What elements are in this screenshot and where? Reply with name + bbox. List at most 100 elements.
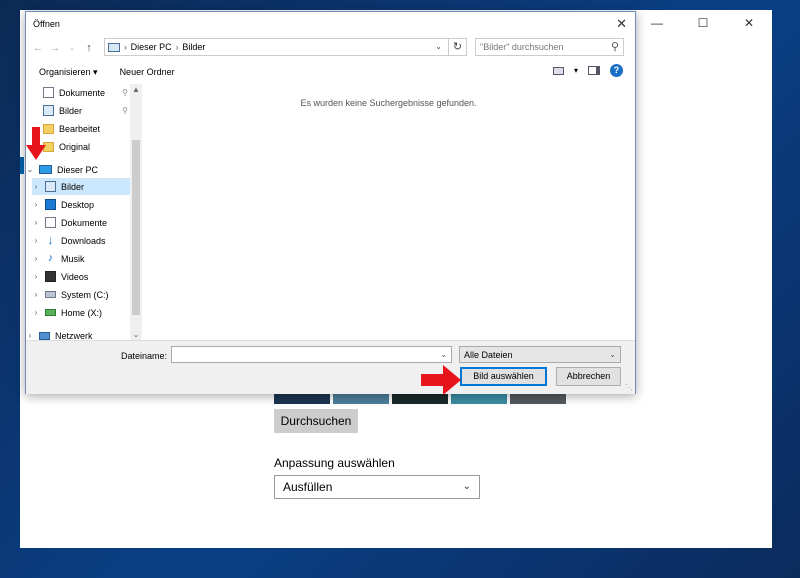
view-controls: ▾ ?: [552, 64, 623, 77]
chevron-right-icon[interactable]: ›: [32, 200, 40, 209]
nav-item-documents-quick[interactable]: Dokumente ⚲: [30, 84, 130, 101]
scroll-up-icon[interactable]: ▲: [130, 85, 142, 94]
dialog-title: Öffnen: [33, 19, 60, 29]
dialog-body: Dokumente ⚲ Bilder ⚲ Bearbeitet Original: [26, 84, 635, 341]
chevron-right-icon[interactable]: ›: [26, 331, 34, 340]
drive-icon: [45, 291, 56, 298]
chevron-right-icon[interactable]: ›: [32, 254, 40, 263]
up-arrow-icon[interactable]: ↑: [83, 42, 95, 54]
preview-pane-icon[interactable]: [588, 66, 600, 75]
filename-label: Dateiname:: [121, 351, 168, 361]
network-icon: [39, 331, 50, 340]
nav-item-desktop[interactable]: › Desktop: [32, 196, 132, 213]
nav-item-label: System (C:): [61, 289, 109, 300]
back-arrow-icon[interactable]: ←: [32, 42, 44, 54]
selection-indicator: [20, 157, 24, 174]
nav-item-label: Musik: [61, 253, 85, 264]
chevron-right-icon[interactable]: ›: [32, 182, 40, 191]
dialog-footer: Dateiname: ⌄ Alle Dateien ⌄ Bild auswähl…: [26, 340, 635, 394]
select-image-button[interactable]: Bild auswählen: [460, 367, 547, 386]
chevron-right-icon[interactable]: ›: [32, 236, 40, 245]
address-bar[interactable]: › Dieser PC › Bilder ⌄ ↻: [104, 38, 467, 56]
address-dropdown-icon[interactable]: ⌄: [435, 42, 442, 51]
file-type-filter[interactable]: Alle Dateien ⌄: [459, 346, 621, 363]
fit-value: Ausfüllen: [283, 480, 333, 494]
window-caption-buttons: — ☐ ✕: [634, 10, 772, 36]
nav-item-label: Videos: [61, 271, 89, 282]
filename-input[interactable]: ⌄: [171, 346, 452, 363]
filename-dropdown-icon[interactable]: ⌄: [440, 350, 447, 359]
scrollbar-thumb[interactable]: [132, 140, 140, 315]
red-arrow-right-icon: [421, 365, 461, 395]
scroll-down-icon[interactable]: ⌄: [130, 330, 142, 339]
browse-button[interactable]: Durchsuchen: [274, 409, 358, 433]
nav-item-home-drive[interactable]: › Home (X:): [32, 304, 132, 321]
dialog-titlebar: Öffnen ✕: [26, 12, 635, 36]
breadcrumb-pictures[interactable]: Bilder: [182, 42, 205, 52]
minimize-icon[interactable]: —: [634, 10, 680, 36]
nav-item-system-drive[interactable]: › System (C:): [32, 286, 132, 303]
nav-scrollbar[interactable]: ▲ ⌄: [130, 84, 142, 340]
chevron-right-icon[interactable]: ›: [32, 272, 40, 281]
fit-label: Anpassung auswählen: [274, 456, 395, 470]
search-placeholder: "Bilder" durchsuchen: [480, 42, 564, 52]
nav-item-label: Desktop: [61, 199, 95, 210]
recent-dropdown-icon[interactable]: ⌄: [66, 44, 78, 52]
resize-grip-icon[interactable]: ⋱: [625, 383, 633, 392]
nav-item-label: Bilder: [61, 181, 85, 192]
nav-item-videos[interactable]: › Videos: [32, 268, 132, 285]
search-icon[interactable]: ⚲: [611, 40, 619, 53]
nav-item-label: Home (X:): [61, 307, 103, 318]
close-icon[interactable]: ✕: [616, 16, 627, 32]
file-type-value: Alle Dateien: [464, 350, 513, 360]
pin-icon: ⚲: [122, 106, 128, 115]
command-bar: Organisieren ▾ Neuer Ordner ▾ ?: [26, 60, 635, 84]
computer-icon: [108, 42, 120, 52]
document-icon: [45, 217, 56, 228]
desktop-icon: [45, 199, 56, 210]
chevron-down-icon: ⌄: [462, 481, 471, 492]
view-dropdown-icon[interactable]: ▾: [574, 66, 578, 75]
maximize-icon[interactable]: ☐: [680, 10, 726, 36]
search-input[interactable]: "Bilder" durchsuchen ⚲: [475, 38, 624, 56]
computer-icon: [39, 165, 52, 174]
nav-item-label: Dokumente: [61, 217, 108, 228]
chevron-right-icon[interactable]: ›: [32, 308, 40, 317]
nav-item-music[interactable]: › ♪ Musik: [32, 250, 132, 267]
organize-button[interactable]: Organisieren ▾: [39, 67, 98, 78]
nav-item-label: Bilder: [59, 105, 83, 116]
open-file-dialog: Öffnen ✕ ← → ⌄ ↑ › Dieser PC › Bilder ⌄ …: [25, 11, 636, 394]
address-row: ← → ⌄ ↑ › Dieser PC › Bilder ⌄ ↻ "Bilder…: [26, 36, 635, 60]
nav-item-pictures[interactable]: › Bilder: [32, 178, 130, 195]
navigation-pane: Dokumente ⚲ Bilder ⚲ Bearbeitet Original: [26, 84, 142, 341]
refresh-icon[interactable]: ↻: [448, 39, 466, 55]
video-icon: [45, 271, 56, 282]
cancel-button[interactable]: Abbrechen: [556, 367, 621, 386]
nav-item-pictures-quick[interactable]: Bilder ⚲: [30, 102, 130, 119]
nav-item-this-pc[interactable]: ⌄ Dieser PC: [26, 161, 126, 178]
forward-arrow-icon[interactable]: →: [49, 42, 61, 54]
chevron-right-icon[interactable]: ›: [32, 290, 40, 299]
red-arrow-down-icon: [26, 127, 46, 160]
breadcrumb-this-pc[interactable]: Dieser PC: [131, 42, 172, 52]
nav-item-downloads[interactable]: › ↓ Downloads: [32, 232, 132, 249]
chevron-right-icon[interactable]: ›: [32, 218, 40, 227]
document-icon: [43, 87, 54, 98]
nav-item-label: Bearbeitet: [59, 123, 101, 134]
breadcrumb-separator-icon[interactable]: ›: [176, 43, 179, 52]
nav-item-documents[interactable]: › Dokumente: [32, 214, 132, 231]
nav-item-label: Netzwerk: [55, 330, 93, 341]
view-mode-icon[interactable]: [552, 66, 564, 75]
nav-item-label: Original: [59, 141, 91, 152]
nav-item-label: Dieser PC: [57, 164, 99, 175]
empty-results-message: Es wurden keine Suchergebnisse gefunden.: [300, 98, 477, 108]
fit-dropdown[interactable]: Ausfüllen ⌄: [274, 475, 480, 499]
close-icon[interactable]: ✕: [726, 10, 772, 36]
new-folder-button[interactable]: Neuer Ordner: [120, 67, 175, 77]
file-list-area[interactable]: Es wurden keine Suchergebnisse gefunden.: [143, 84, 634, 340]
download-icon: ↓: [47, 233, 54, 247]
help-icon[interactable]: ?: [610, 64, 623, 77]
breadcrumb-separator-icon[interactable]: ›: [124, 43, 127, 52]
chevron-down-icon[interactable]: ⌄: [26, 165, 34, 174]
nav-item-label: Downloads: [61, 235, 106, 246]
